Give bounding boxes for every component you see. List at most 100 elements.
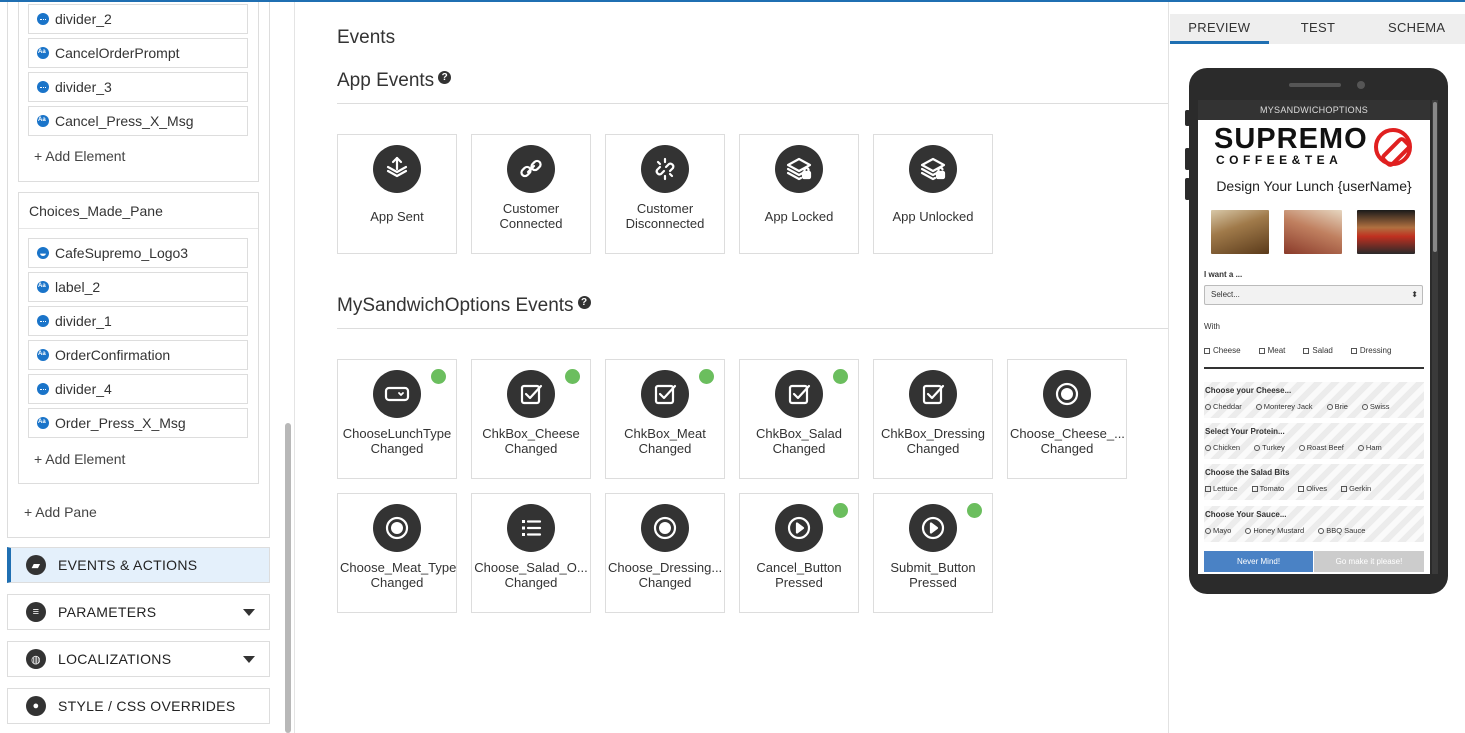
active-status-dot: [431, 369, 446, 384]
pane-title[interactable]: Choices_Made_Pane: [19, 193, 258, 229]
event-label: App Locked: [764, 209, 834, 224]
checkbox-option[interactable]: Tomato: [1251, 484, 1292, 493]
text-icon: [37, 281, 49, 293]
play-icon: [909, 504, 957, 552]
event-card[interactable]: App Locked: [739, 134, 859, 254]
app-section-events-heading: MySandwichOptions Events?: [337, 295, 591, 317]
section-parameters[interactable]: ≡ PARAMETERS: [7, 594, 270, 630]
chevron-down-icon[interactable]: [243, 609, 255, 616]
page-title: Events: [337, 27, 396, 48]
app-section-title: MySandwichOptions Events: [337, 295, 574, 316]
event-card[interactable]: Submit_Button Pressed: [873, 493, 993, 613]
element-row[interactable]: divider_2: [28, 4, 248, 34]
radio-option[interactable]: Chicken: [1205, 443, 1247, 452]
element-row[interactable]: label_2: [28, 272, 248, 302]
option-group: Choose Your Sauce... Mayo Honey Mustard BBQ…: [1204, 506, 1424, 542]
app-events-heading: App Events?: [337, 70, 452, 92]
element-row[interactable]: Cancel_Press_X_Msg: [28, 106, 248, 136]
event-label: Choose_Dressing... Changed: [608, 560, 723, 590]
event-card[interactable]: Cancel_Button Pressed: [739, 493, 859, 613]
radio-option[interactable]: BBQ Sauce: [1318, 526, 1372, 535]
checkbox-salad[interactable]: Salad: [1303, 346, 1333, 355]
event-card[interactable]: ChkBox_Cheese Changed: [471, 359, 591, 479]
tab-schema[interactable]: SCHEMA: [1367, 14, 1465, 44]
left-panel: divider_2 CancelOrderPrompt divider_3 Cance…: [0, 2, 280, 733]
event-card[interactable]: ChkBox_Salad Changed: [739, 359, 859, 479]
never-mind-button[interactable]: Never Mind!: [1204, 551, 1313, 572]
radio-option[interactable]: Turkey: [1254, 443, 1292, 452]
radio-option[interactable]: Honey Mustard: [1245, 526, 1311, 535]
event-label: ChkBox_Salad Changed: [756, 426, 842, 456]
checkbox-meat[interactable]: Meat: [1258, 346, 1285, 355]
active-status-dot: [967, 503, 982, 518]
element-row[interactable]: Order_Press_X_Msg: [28, 408, 248, 438]
element-row[interactable]: CancelOrderPrompt: [28, 38, 248, 68]
supremo-logo: SUPREMO COFFEE&TEA: [1214, 124, 1414, 168]
radio-option[interactable]: Roast Beef: [1298, 443, 1351, 452]
go-make-button[interactable]: Go make it please!: [1314, 551, 1424, 572]
right-panel: PREVIEW TEST SCHEMA MYSANDWICHOPTIONS SU…: [1168, 2, 1465, 733]
event-card[interactable]: Choose_Salad_O... Changed: [471, 493, 591, 613]
divider-icon: [37, 315, 49, 327]
checkbox-option[interactable]: Lettuce: [1205, 484, 1245, 493]
checkbox-cheese[interactable]: Cheese: [1204, 346, 1241, 355]
event-card[interactable]: Choose_Cheese_... Changed: [1007, 359, 1127, 479]
section-label: PARAMETERS: [58, 604, 157, 620]
section-events-actions[interactable]: ▰ EVENTS & ACTIONS: [7, 547, 270, 583]
add-pane-link[interactable]: + Add Pane: [24, 504, 97, 520]
section-localizations[interactable]: ◍ LOCALIZATIONS: [7, 641, 270, 677]
element-row[interactable]: divider_4: [28, 374, 248, 404]
tab-preview[interactable]: PREVIEW: [1170, 14, 1269, 44]
element-name: Cancel_Press_X_Msg: [55, 113, 194, 129]
logo-main: SUPREMO: [1214, 123, 1368, 155]
radio-option[interactable]: Cheddar: [1205, 402, 1249, 411]
element-name: divider_1: [55, 313, 112, 329]
list-icon: ≡: [26, 602, 46, 622]
event-card[interactable]: ChkBox_Dressing Changed: [873, 359, 993, 479]
help-icon[interactable]: ?: [577, 296, 591, 309]
radio-option[interactable]: Monterey Jack: [1255, 402, 1320, 411]
event-label: Customer Connected: [499, 201, 563, 231]
unlink-icon: [641, 145, 689, 193]
chevron-down-icon[interactable]: [243, 656, 255, 663]
add-element-link[interactable]: + Add Element: [34, 148, 125, 164]
stack-lock-icon: [775, 145, 823, 193]
section-style-css[interactable]: ● STYLE / CSS OVERRIDES: [7, 688, 270, 724]
pane-box-choices: Choices_Made_Pane: [18, 192, 259, 484]
radio-option[interactable]: Swiss: [1361, 402, 1397, 411]
help-icon[interactable]: ?: [438, 71, 452, 84]
event-card[interactable]: Choose_Meat_Type Changed: [337, 493, 457, 613]
event-card[interactable]: ChooseLunchType Changed: [337, 359, 457, 479]
checkbox-icon: [507, 370, 555, 418]
lunch-type-select[interactable]: Select...: [1204, 285, 1423, 305]
divider-icon: [37, 13, 49, 25]
image-icon: [37, 247, 49, 259]
checkbox-option[interactable]: Gerkin: [1341, 484, 1378, 493]
active-status-dot: [699, 369, 714, 384]
checkbox-dressing[interactable]: Dressing: [1350, 346, 1391, 355]
event-card[interactable]: Customer Disconnected: [605, 134, 725, 254]
element-row[interactable]: CafeSupremo_Logo3: [28, 238, 248, 268]
with-checkboxes: Cheese Meat Salad Dressing: [1204, 346, 1409, 355]
clapperboard-icon: ▰: [26, 555, 46, 575]
event-label: Choose_Cheese_... Changed: [1010, 426, 1125, 456]
phone-button: [1185, 178, 1190, 200]
radio-option[interactable]: Ham: [1357, 443, 1389, 452]
element-row[interactable]: OrderConfirmation: [28, 340, 248, 370]
event-card[interactable]: App Unlocked: [873, 134, 993, 254]
radio-option[interactable]: Mayo: [1205, 526, 1238, 535]
tab-test[interactable]: TEST: [1269, 14, 1368, 44]
wrap-image: [1284, 210, 1342, 254]
element-row[interactable]: divider_1: [28, 306, 248, 336]
event-card[interactable]: Choose_Dressing... Changed: [605, 493, 725, 613]
event-card[interactable]: App Sent: [337, 134, 457, 254]
radio-option[interactable]: Brie: [1326, 402, 1355, 411]
event-card[interactable]: Customer Connected: [471, 134, 591, 254]
add-element-link[interactable]: + Add Element: [34, 451, 125, 467]
element-row[interactable]: divider_3: [28, 72, 248, 102]
app-title: MYSANDWICHOPTIONS: [1198, 100, 1430, 120]
event-card[interactable]: ChkBox_Meat Changed: [605, 359, 725, 479]
checkbox-option[interactable]: Olives: [1298, 484, 1334, 493]
preview-scrollbar[interactable]: [1432, 100, 1438, 574]
left-scrollbar-thumb[interactable]: [285, 423, 291, 733]
